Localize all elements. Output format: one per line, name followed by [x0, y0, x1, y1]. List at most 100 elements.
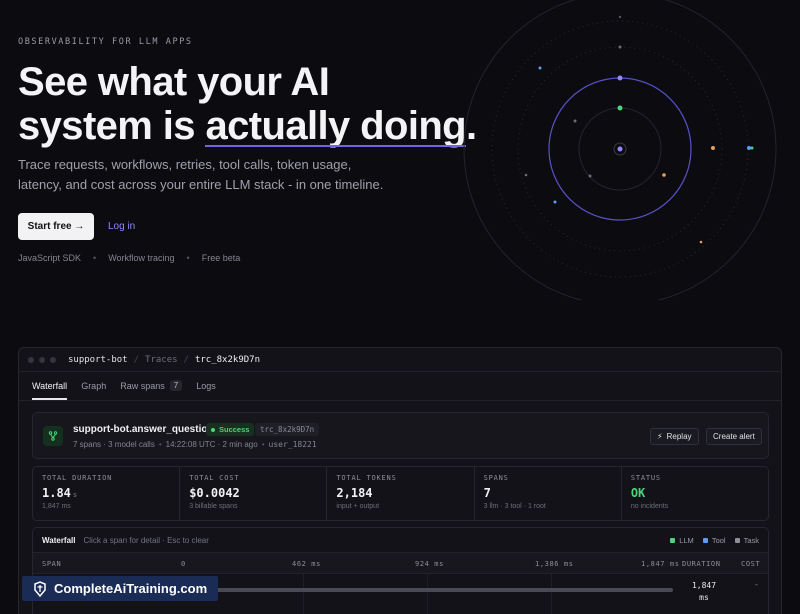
- stat-sub: 1,847 ms: [42, 503, 71, 510]
- radar-node: [588, 174, 592, 178]
- span-duration: 1,847 ms: [691, 581, 717, 602]
- column-t4: 1,847 ms: [641, 560, 680, 568]
- headline-highlight: actually doing: [205, 104, 467, 148]
- legend-swatch: [734, 537, 740, 543]
- stat-sub: 3 billable spans: [189, 503, 238, 510]
- radar-node: [662, 173, 666, 177]
- start-free-button[interactable]: Start free →: [18, 213, 94, 240]
- column-t3: 1,386 ms: [535, 560, 574, 568]
- feature-item: Workflow tracing: [108, 253, 175, 263]
- stat-spans: SPANS 7 3 llm · 3 tool · 1 root: [475, 467, 622, 520]
- tab-bar: Waterfall Graph Raw spans 7 Logs: [19, 372, 781, 401]
- feature-item: JavaScript SDK: [18, 253, 82, 263]
- span-cost: -: [754, 580, 759, 589]
- radar-node: [618, 45, 622, 49]
- legend-label: Tool: [711, 535, 726, 545]
- tab-label: Waterfall: [32, 381, 68, 391]
- column-t0: 0: [181, 560, 186, 568]
- breadcrumb-traces[interactable]: Traces: [145, 355, 178, 365]
- login-link[interactable]: Log in: [108, 213, 135, 240]
- column-t2: 924 ms: [415, 560, 444, 568]
- watermark-logo: CompleteAiTraining.com: [22, 576, 218, 601]
- page-title: See what your AI system is actually doin…: [18, 60, 478, 148]
- waterfall-column-header: SPAN 0 462 ms 924 ms 1,386 ms 1,847 ms D…: [33, 552, 768, 574]
- app-preview-window: support-bot / Traces / trc_8x2k9D7n Wate…: [18, 347, 782, 614]
- column-t1: 462 ms: [292, 560, 321, 568]
- tab-logs[interactable]: Logs: [196, 381, 216, 400]
- stat-sub: input + output: [336, 503, 380, 510]
- stat-sub: no incidents: [630, 503, 669, 510]
- stat-value: 2,184: [336, 486, 373, 500]
- tab-raw-spans[interactable]: Raw spans 7: [120, 380, 183, 400]
- trace-header-card: support-bot.answer_question Success trc_…: [32, 412, 769, 459]
- brain-logo-icon: [34, 580, 46, 597]
- waterfall-legend: LLM Tool Task: [661, 536, 759, 545]
- meta-spans: 7 spans · 3 model calls: [73, 440, 155, 449]
- count-badge: 7: [169, 380, 183, 391]
- replay-button[interactable]: ⚡ Replay: [650, 428, 699, 445]
- window-titlebar: support-bot / Traces / trc_8x2k9D7n: [19, 348, 781, 372]
- stat-sub: 3 llm · 3 tool · 1 root: [483, 503, 546, 510]
- legend-task: Task: [734, 535, 759, 545]
- window-dot: [28, 356, 34, 363]
- span-bar[interactable]: [181, 588, 673, 592]
- stat-total-duration: TOTAL DURATION 1.84 s 1,847 ms: [33, 467, 181, 520]
- lightning-icon: ⚡: [657, 432, 663, 441]
- create-alert-button[interactable]: Create alert: [706, 428, 762, 445]
- stat-value: 7: [483, 486, 491, 500]
- waterfall-title: Waterfall: [42, 535, 76, 545]
- status-badge: Success: [206, 423, 255, 436]
- replay-label: Replay: [666, 432, 692, 441]
- feature-list: JavaScript SDK • Workflow tracing • Free…: [18, 253, 240, 263]
- trace-id-chip[interactable]: trc_8x2k9D7n: [255, 423, 320, 436]
- waterfall-header: Waterfall Click a span for detail · Esc …: [33, 528, 768, 552]
- stat-label: STATUS: [630, 474, 661, 482]
- radar-node: [617, 105, 623, 111]
- radar-node: [524, 173, 528, 177]
- radar-illustration: [463, 0, 777, 300]
- feature-separator: •: [186, 253, 190, 263]
- breadcrumb-project[interactable]: support-bot: [68, 355, 128, 365]
- stat-value: $0.0042: [189, 486, 240, 500]
- stat-total-tokens: TOTAL TOKENS 2,184 input + output: [327, 467, 475, 520]
- create-alert-label: Create alert: [713, 432, 755, 441]
- stat-total-cost: TOTAL COST $0.0042 3 billable spans: [180, 467, 328, 520]
- status-text: Success: [219, 425, 250, 434]
- legend-swatch: [702, 537, 708, 543]
- headline-line1: See what your AI: [18, 60, 330, 104]
- branch-icon: [43, 426, 63, 446]
- stat-label: TOTAL DURATION: [42, 474, 113, 482]
- hero-subtitle: Trace requests, workflows, retries, tool…: [18, 157, 384, 192]
- legend-label: LLM: [679, 535, 694, 545]
- stat-status: STATUS OK no incidents: [622, 467, 768, 520]
- trace-meta: 7 spans · 3 model calls • 14:22:08 UTC · 2…: [73, 440, 317, 449]
- radar-node: [618, 15, 622, 19]
- tab-label: Logs: [196, 381, 216, 391]
- legend-tool: Tool: [702, 535, 726, 545]
- trace-name: support-bot.answer_question: [73, 424, 214, 435]
- tab-label: Raw spans: [120, 380, 165, 391]
- stat-value: OK: [630, 486, 646, 500]
- stat-label: TOTAL TOKENS: [336, 474, 397, 482]
- radar-node: [711, 146, 715, 150]
- column-cost: COST: [741, 560, 761, 568]
- tab-waterfall[interactable]: Waterfall: [32, 381, 68, 400]
- stats-row: TOTAL DURATION 1.84 s 1,847 ms TOTAL COST…: [32, 466, 769, 521]
- window-dot: [50, 356, 56, 363]
- stat-value: 1.84 s: [42, 486, 170, 500]
- tab-label: Graph: [81, 381, 107, 391]
- feature-item: Free beta: [201, 253, 241, 263]
- meta-separator: •: [261, 440, 265, 449]
- radar-center-dot: [617, 146, 623, 152]
- status-dot-icon: [211, 427, 215, 432]
- stat-label: TOTAL COST: [189, 474, 240, 482]
- tab-graph[interactable]: Graph: [81, 381, 106, 400]
- meta-separator: •: [158, 440, 162, 449]
- radar-node: [553, 200, 557, 204]
- stat-label: SPANS: [483, 474, 509, 482]
- meta-time: 14:22:08 UTC · 2 min ago: [165, 440, 258, 449]
- legend-label: Task: [743, 535, 759, 545]
- hero-section: OBSERVABILITY FOR LLM APPS See what your…: [0, 0, 800, 340]
- stat-number: 1.84: [42, 486, 71, 500]
- breadcrumb-trace-id: trc_8x2k9D7n: [194, 354, 260, 365]
